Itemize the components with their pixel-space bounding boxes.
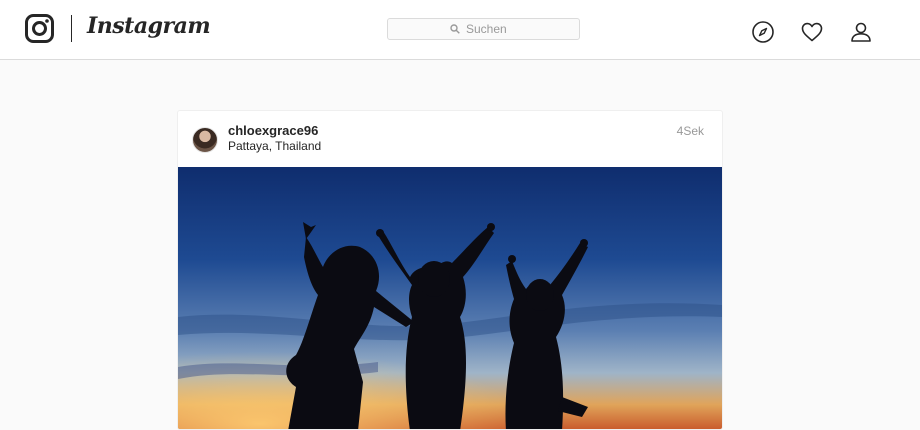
person-icon[interactable] — [849, 20, 873, 44]
post-photo[interactable] — [178, 167, 722, 430]
feed-post: chloexgrace96 Pattaya, Thailand 4Sek — [177, 110, 723, 430]
post-header: chloexgrace96 Pattaya, Thailand 4Sek — [178, 111, 722, 167]
search-icon — [450, 24, 460, 34]
search-placeholder: Suchen — [466, 22, 507, 36]
heart-icon[interactable] — [800, 20, 824, 44]
logo-divider — [71, 15, 72, 42]
post-location[interactable]: Pattaya, Thailand — [228, 139, 321, 153]
user-avatar[interactable] — [192, 127, 218, 153]
top-navigation-bar: Instagram Suchen — [0, 0, 920, 60]
compass-icon[interactable] — [751, 20, 775, 44]
instagram-wordmark[interactable]: Instagram — [87, 13, 211, 39]
search-input[interactable]: Suchen — [387, 18, 580, 40]
post-timestamp[interactable]: 4Sek — [677, 124, 704, 138]
post-username[interactable]: chloexgrace96 — [228, 123, 318, 138]
instagram-camera-icon[interactable] — [25, 14, 54, 43]
